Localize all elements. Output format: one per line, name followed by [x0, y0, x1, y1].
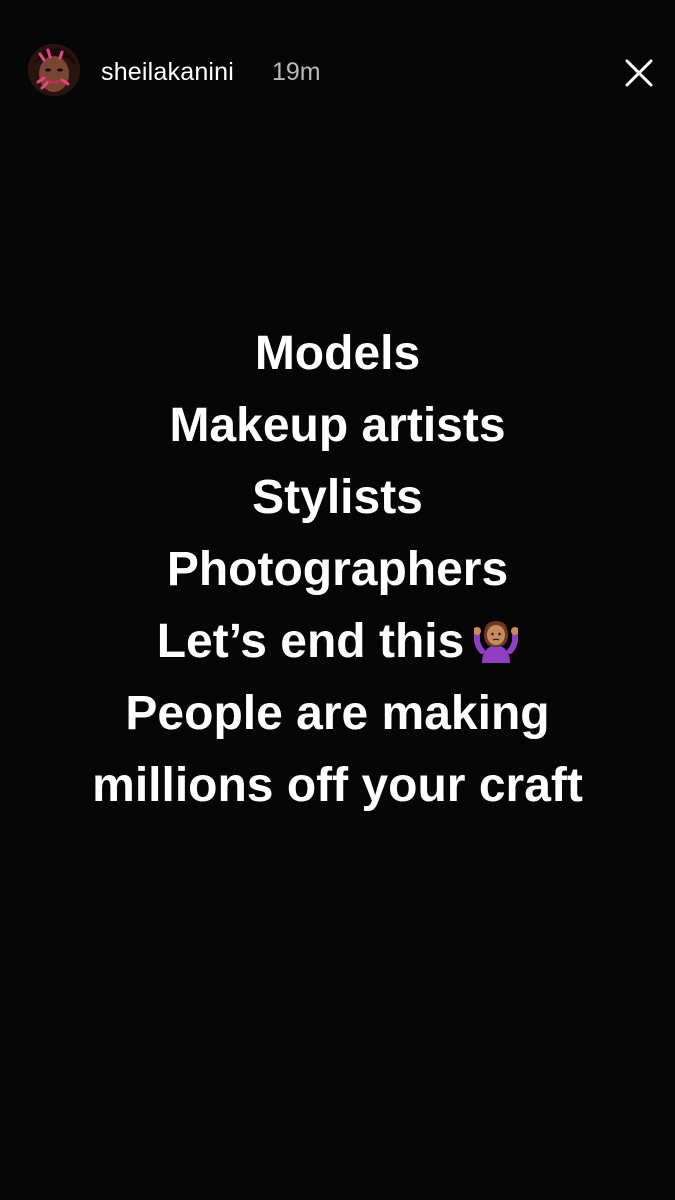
- story-text-line-with-emoji: Let’s end this: [0, 606, 675, 678]
- username[interactable]: sheilakanini: [101, 58, 234, 87]
- story-text-line: Models: [254, 327, 421, 380]
- profile-avatar[interactable]: [28, 44, 80, 96]
- story-text-line: Stylists: [252, 471, 423, 524]
- story-text: Models Makeup artists Stylists Photograp…: [0, 318, 675, 822]
- post-timestamp: 19m: [272, 58, 321, 86]
- avatar-image: [28, 44, 80, 96]
- story-text-line: millions off your craft: [92, 759, 583, 812]
- story-view[interactable]: sheilakanini 19m Models Makeup artists S…: [0, 0, 675, 1200]
- story-header: sheilakanini 19m: [0, 0, 675, 130]
- story-text-line: Photographers: [166, 543, 509, 596]
- close-button[interactable]: [620, 54, 658, 92]
- close-icon: [625, 59, 653, 87]
- story-text-line: Let’s end this: [156, 615, 465, 668]
- person-shrugging-emoji: [474, 621, 519, 663]
- story-text-line: People are making: [125, 687, 550, 740]
- story-text-line: Makeup artists: [169, 399, 506, 452]
